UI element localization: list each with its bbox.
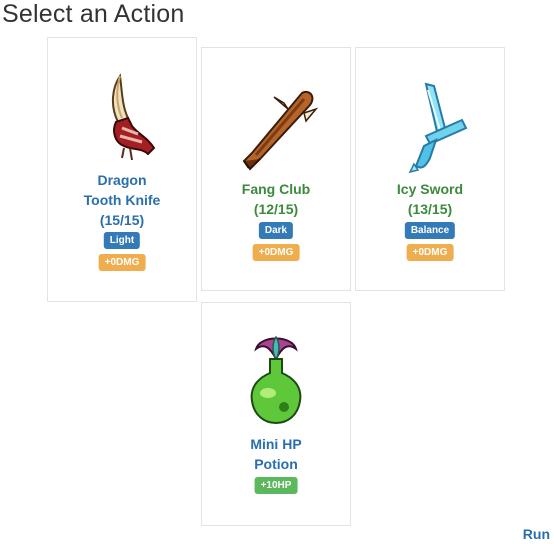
action-card-dragon-tooth-knife[interactable]: Dragon Tooth Knife (15/15) Light +0DMG: [47, 37, 197, 302]
weapon-type-badge: Dark: [258, 222, 294, 239]
dragon-tooth-knife-icon: [48, 72, 196, 168]
action-card-icy-sword[interactable]: Icy Sword (13/15) Balance +0DMG: [355, 47, 505, 291]
action-card-mini-hp-potion[interactable]: Mini HP Potion +10HP: [201, 302, 351, 526]
run-button[interactable]: Run: [523, 526, 550, 542]
item-name: Icy Sword (13/15): [396, 181, 464, 217]
fang-club-icon: [202, 83, 350, 173]
damage-bonus-badge: +0DMG: [406, 244, 454, 261]
mini-hp-potion-icon: [202, 329, 350, 429]
damage-bonus-badge: +0DMG: [98, 254, 146, 271]
item-name: Mini HP Potion: [250, 436, 302, 472]
weapon-type-badge: Light: [103, 232, 141, 249]
item-name: Fang Club (12/15): [241, 181, 311, 217]
item-name: Dragon Tooth Knife (15/15): [83, 172, 161, 228]
page-title: Select an Action: [2, 0, 185, 28]
icy-sword-icon: [356, 80, 504, 176]
action-card-fang-club[interactable]: Fang Club (12/15) Dark +0DMG: [201, 47, 351, 291]
damage-bonus-badge: +0DMG: [252, 244, 300, 261]
heal-bonus-badge: +10HP: [254, 477, 298, 494]
weapon-type-badge: Balance: [404, 222, 456, 239]
